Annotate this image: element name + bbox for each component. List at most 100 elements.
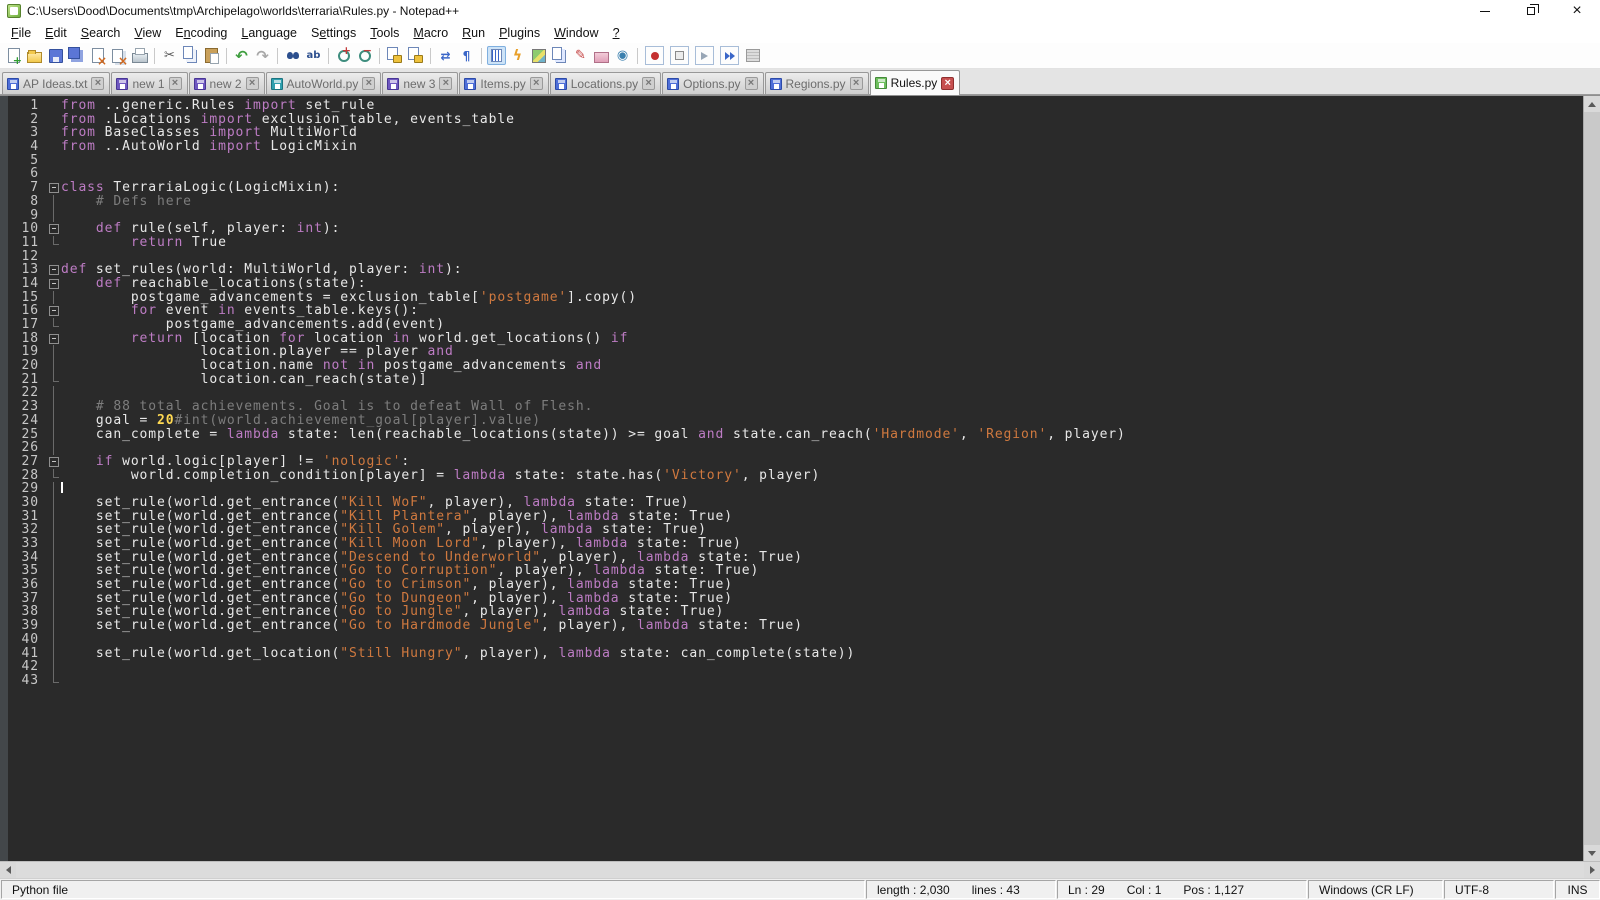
- horizontal-scrollbar[interactable]: [0, 861, 1600, 878]
- code-line[interactable]: 12: [8, 250, 1583, 264]
- sync-horizontal-icon[interactable]: [406, 46, 425, 65]
- file-monitoring-icon[interactable]: [613, 46, 632, 65]
- tab-options-py[interactable]: Options.py×: [662, 72, 763, 94]
- code-line[interactable]: 17 postgame_advancements.add(event): [8, 318, 1583, 332]
- code-line[interactable]: 5: [8, 154, 1583, 168]
- fold-collapse-icon[interactable]: [44, 455, 61, 469]
- tab-new-2[interactable]: new 2×: [189, 72, 265, 94]
- menu-item-language[interactable]: Language: [234, 24, 304, 42]
- scroll-down-icon[interactable]: [1584, 845, 1600, 861]
- code-line[interactable]: 40: [8, 633, 1583, 647]
- code-line[interactable]: 24 goal = 20#int(world.achievement_goal[…: [8, 414, 1583, 428]
- document-list-icon[interactable]: [550, 46, 569, 65]
- copy-icon[interactable]: [181, 46, 200, 65]
- code-line[interactable]: 42: [8, 660, 1583, 674]
- code-line[interactable]: 30 set_rule(world.get_entrance("Kill WoF…: [8, 496, 1583, 510]
- code-line[interactable]: 20 location.name not in postgame_advance…: [8, 359, 1583, 373]
- menu-item-macro[interactable]: Macro: [406, 24, 455, 42]
- print-icon[interactable]: [130, 46, 149, 65]
- word-wrap-icon[interactable]: [436, 46, 455, 65]
- close-tab-icon[interactable]: ×: [941, 77, 954, 90]
- code-line[interactable]: 18 return [location for location in worl…: [8, 332, 1583, 346]
- menu-item-encoding[interactable]: Encoding: [168, 24, 234, 42]
- code-line[interactable]: 43: [8, 674, 1583, 688]
- close-tab-icon[interactable]: ×: [745, 77, 758, 90]
- code-line[interactable]: 1from ..generic.Rules import set_rule: [8, 99, 1583, 113]
- code-line[interactable]: 27 if world.logic[player] != 'nologic':: [8, 455, 1583, 469]
- fold-collapse-icon[interactable]: [44, 332, 61, 346]
- code-line[interactable]: 7class TerrariaLogic(LogicMixin):: [8, 181, 1583, 195]
- code-line[interactable]: 10 def rule(self, player: int):: [8, 222, 1583, 236]
- macro-record-icon[interactable]: [645, 46, 664, 65]
- code-line[interactable]: 2from .Locations import exclusion_table,…: [8, 113, 1583, 127]
- menu-item-tools[interactable]: Tools: [363, 24, 406, 42]
- close-tab-icon[interactable]: ×: [439, 77, 452, 90]
- show-all-chars-icon[interactable]: [457, 46, 476, 65]
- menu-item-file[interactable]: File: [4, 24, 38, 42]
- sync-vertical-icon[interactable]: [385, 46, 404, 65]
- redo-icon[interactable]: [253, 46, 272, 65]
- code-line[interactable]: 6: [8, 167, 1583, 181]
- folder-workspace-icon[interactable]: [592, 46, 611, 65]
- save-all-icon[interactable]: [67, 46, 86, 65]
- tab-autoworld-py[interactable]: AutoWorld.py×: [266, 72, 382, 94]
- fold-collapse-icon[interactable]: [44, 263, 61, 277]
- close-file-icon[interactable]: [88, 46, 107, 65]
- menu-item-edit[interactable]: Edit: [38, 24, 74, 42]
- status-insert-mode[interactable]: INS: [1555, 880, 1600, 899]
- tab-items-py[interactable]: Items.py×: [459, 72, 548, 94]
- code-line[interactable]: 3from BaseClasses import MultiWorld: [8, 126, 1583, 140]
- code-line[interactable]: 41 set_rule(world.get_location("Still Hu…: [8, 647, 1583, 661]
- vertical-scroll-track[interactable]: [1584, 112, 1600, 845]
- status-eol-format[interactable]: Windows (CR LF): [1308, 880, 1443, 899]
- menu-item-view[interactable]: View: [127, 24, 168, 42]
- close-tab-icon[interactable]: ×: [850, 77, 863, 90]
- find-icon[interactable]: [283, 46, 302, 65]
- fold-collapse-icon[interactable]: [44, 222, 61, 236]
- tab-ap-ideas-txt[interactable]: AP Ideas.txt×: [2, 72, 110, 94]
- close-tab-icon[interactable]: ×: [246, 77, 259, 90]
- fold-collapse-icon[interactable]: [44, 181, 61, 195]
- replace-icon[interactable]: [304, 46, 323, 65]
- editor[interactable]: 1from ..generic.Rules import set_rule2fr…: [0, 95, 1600, 861]
- macro-run-multiple-icon[interactable]: [720, 46, 739, 65]
- code-line[interactable]: 36 set_rule(world.get_entrance("Go to Cr…: [8, 578, 1583, 592]
- tab-rules-py[interactable]: Rules.py×: [870, 70, 961, 95]
- indent-guide-icon[interactable]: [487, 46, 506, 65]
- code-line[interactable]: 19 location.player == player and: [8, 345, 1583, 359]
- code-line[interactable]: 38 set_rule(world.get_entrance("Go to Ju…: [8, 605, 1583, 619]
- code-line[interactable]: 26: [8, 441, 1583, 455]
- tab-locations-py[interactable]: Locations.py×: [550, 72, 661, 94]
- close-tab-icon[interactable]: ×: [362, 77, 375, 90]
- menu-item-plugins[interactable]: Plugins: [492, 24, 547, 42]
- code-line[interactable]: 33 set_rule(world.get_entrance("Kill Moo…: [8, 537, 1583, 551]
- status-encoding[interactable]: UTF-8: [1444, 880, 1554, 899]
- code-line[interactable]: 28 world.completion_condition[player] = …: [8, 469, 1583, 483]
- function-pen-icon[interactable]: [571, 46, 590, 65]
- menu-item-run[interactable]: Run: [455, 24, 492, 42]
- code-line[interactable]: 9: [8, 209, 1583, 223]
- zoom-in-icon[interactable]: [334, 46, 353, 65]
- code-line[interactable]: 34 set_rule(world.get_entrance("Descend …: [8, 551, 1583, 565]
- tab-new-1[interactable]: new 1×: [111, 72, 187, 94]
- menu-item-settings[interactable]: Settings: [304, 24, 363, 42]
- code-line[interactable]: 14 def reachable_locations(state):: [8, 277, 1583, 291]
- close-tab-icon[interactable]: ×: [530, 77, 543, 90]
- open-file-icon[interactable]: [25, 46, 44, 65]
- code-line[interactable]: 16 for event in events_table.keys():: [8, 304, 1583, 318]
- code-line[interactable]: 13def set_rules(world: MultiWorld, playe…: [8, 263, 1583, 277]
- close-all-icon[interactable]: [109, 46, 128, 65]
- minimize-button[interactable]: [1462, 0, 1508, 22]
- code-line[interactable]: 8 # Defs here: [8, 195, 1583, 209]
- menu-item-help[interactable]: ?: [606, 24, 627, 42]
- scroll-right-icon[interactable]: [1584, 862, 1600, 878]
- menu-item-window[interactable]: Window: [547, 24, 605, 42]
- code-line[interactable]: 25 can_complete = lambda state: len(reac…: [8, 428, 1583, 442]
- close-tab-icon[interactable]: ×: [91, 77, 104, 90]
- restore-button[interactable]: [1508, 0, 1554, 22]
- scroll-left-icon[interactable]: [0, 862, 16, 878]
- macro-stop-icon[interactable]: [670, 46, 689, 65]
- tab-regions-py[interactable]: Regions.py×: [765, 72, 869, 94]
- menu-item-search[interactable]: Search: [74, 24, 128, 42]
- code-line[interactable]: 22: [8, 386, 1583, 400]
